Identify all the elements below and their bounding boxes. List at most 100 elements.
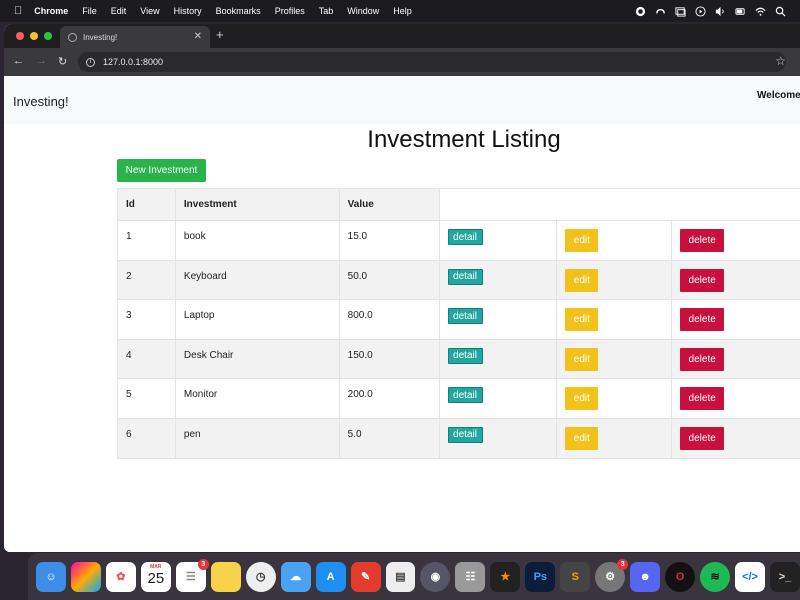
- reminders-icon[interactable]: ☰ 3: [175, 558, 209, 592]
- delete-button[interactable]: delete: [680, 229, 725, 252]
- cell-delete: delete: [671, 417, 800, 459]
- cell-delete: delete: [671, 259, 800, 301]
- photoshop-icon[interactable]: Ps: [525, 561, 556, 592]
- tab-investing[interactable]: Investing! ✕: [60, 26, 210, 48]
- delete-button[interactable]: delete: [680, 308, 725, 332]
- cell-detail: detail: [438, 220, 558, 261]
- table-row: 1 book 15.0 detail edit delete: [117, 220, 800, 261]
- cell-investment: Desk Chair: [174, 338, 340, 380]
- edit-button[interactable]: edit: [565, 426, 599, 450]
- new-tab-button[interactable]: +: [216, 27, 224, 42]
- sublime-text-icon[interactable]: S: [560, 561, 591, 592]
- calendar-icon[interactable]: MAR 25: [140, 561, 171, 592]
- delete-button[interactable]: delete: [680, 347, 725, 371]
- tab-strip: Investing! ✕ +: [4, 24, 800, 48]
- menu-app-name[interactable]: Chrome: [34, 6, 68, 16]
- battery-icon[interactable]: [735, 6, 746, 17]
- table-row: 3 Laptop 800.0 detail edit delete: [117, 299, 800, 340]
- edit-button[interactable]: edit: [565, 229, 599, 252]
- address-bar[interactable]: i 127.0.0.1:8000: [78, 52, 786, 72]
- spotlight-icon[interactable]: [775, 6, 786, 17]
- terminal-icon[interactable]: >_: [770, 561, 800, 592]
- cell-value: 50.0: [338, 259, 440, 301]
- bookmark-star-icon[interactable]: ☆: [775, 54, 786, 68]
- reminders-badge: 3: [197, 558, 209, 570]
- record-icon[interactable]: [635, 6, 646, 17]
- edit-button[interactable]: edit: [565, 268, 599, 292]
- disk-utility-icon[interactable]: ◉: [420, 561, 451, 592]
- table-header-row: Id Investment Value: [117, 188, 800, 221]
- weather-icon[interactable]: ☁: [280, 561, 311, 592]
- zoom-window-button[interactable]: [44, 32, 52, 40]
- cell-detail: detail: [438, 378, 558, 419]
- delete-button[interactable]: delete: [680, 268, 725, 292]
- opera-icon[interactable]: O: [665, 561, 696, 592]
- vscode-icon[interactable]: </>: [735, 561, 766, 592]
- cell-detail: detail: [438, 338, 558, 380]
- edit-button[interactable]: edit: [565, 347, 599, 371]
- menu-file[interactable]: File: [82, 6, 97, 16]
- cell-delete: delete: [671, 220, 800, 261]
- menu-profiles[interactable]: Profiles: [275, 6, 305, 16]
- close-window-button[interactable]: [16, 32, 24, 40]
- photos-icon[interactable]: ✿: [105, 561, 136, 592]
- site-brand[interactable]: Investing!: [13, 94, 69, 109]
- close-tab-icon[interactable]: ✕: [194, 31, 202, 42]
- browser-toolbar: ← → ↻ i 127.0.0.1:8000 ☆: [4, 48, 800, 76]
- menu-window[interactable]: Window: [347, 6, 379, 16]
- menu-help[interactable]: Help: [393, 6, 412, 16]
- minimize-window-button[interactable]: [30, 32, 38, 40]
- new-investment-button[interactable]: New Investment: [117, 159, 206, 182]
- edit-button[interactable]: edit: [565, 308, 599, 332]
- delete-button[interactable]: delete: [680, 426, 725, 450]
- table-row: 6 pen 5.0 detail edit delete: [117, 417, 800, 459]
- column-header-actions: [438, 188, 800, 221]
- welcome-text: Welcome: [757, 90, 800, 101]
- menu-tab[interactable]: Tab: [319, 6, 334, 16]
- settings-badge: 3: [617, 558, 629, 570]
- detail-button[interactable]: detail: [447, 229, 483, 245]
- detail-button[interactable]: detail: [447, 268, 483, 285]
- detail-button[interactable]: detail: [447, 347, 483, 364]
- notes-icon[interactable]: [210, 561, 241, 592]
- back-arrow-icon[interactable]: ←: [13, 55, 24, 67]
- menu-view[interactable]: View: [140, 6, 159, 16]
- cell-edit: edit: [556, 417, 673, 459]
- creative-cloud-icon[interactable]: [655, 6, 666, 17]
- delete-button[interactable]: delete: [680, 387, 725, 411]
- tab-title: Investing!: [83, 32, 118, 42]
- menu-history[interactable]: History: [174, 6, 202, 16]
- cell-detail: detail: [438, 417, 558, 459]
- launchpad-icon[interactable]: [70, 561, 101, 592]
- apple-icon[interactable]: : [14, 5, 22, 17]
- window-controls: [16, 32, 52, 40]
- wifi-icon[interactable]: [755, 6, 766, 17]
- final-cut-icon[interactable]: ★: [490, 561, 521, 592]
- discord-icon[interactable]: ☻: [630, 561, 661, 592]
- edit-button[interactable]: edit: [565, 387, 599, 411]
- finder-icon[interactable]: ☺: [36, 561, 66, 592]
- forward-arrow-icon[interactable]: →: [36, 55, 47, 67]
- table-row: 5 Monitor 200.0 detail edit delete: [117, 378, 800, 419]
- volume-icon[interactable]: [715, 6, 726, 17]
- pencil-app-icon[interactable]: ✎: [350, 561, 381, 592]
- screen-mirror-icon[interactable]: [675, 6, 686, 17]
- preview-icon[interactable]: ▤: [385, 561, 416, 592]
- spotify-icon[interactable]: ≋: [700, 561, 731, 592]
- detail-button[interactable]: detail: [447, 308, 483, 325]
- clock-icon[interactable]: ◷: [245, 561, 276, 592]
- menu-edit[interactable]: Edit: [111, 6, 127, 16]
- detail-button[interactable]: detail: [447, 387, 483, 404]
- cell-detail: detail: [438, 299, 558, 340]
- cell-edit: edit: [556, 220, 673, 261]
- play-icon[interactable]: [695, 5, 706, 17]
- app-store-icon[interactable]: A: [315, 561, 346, 592]
- site-navbar: Investing! Welcome: [4, 76, 800, 124]
- reload-icon[interactable]: ↻: [58, 55, 67, 68]
- system-settings-icon[interactable]: ⚙ 3: [595, 558, 629, 592]
- database-icon[interactable]: ☷: [455, 561, 486, 592]
- detail-button[interactable]: detail: [447, 426, 483, 443]
- table-row: 4 Desk Chair 150.0 detail edit delete: [117, 338, 800, 380]
- menu-bookmarks[interactable]: Bookmarks: [216, 6, 261, 16]
- site-info-icon[interactable]: i: [86, 57, 95, 67]
